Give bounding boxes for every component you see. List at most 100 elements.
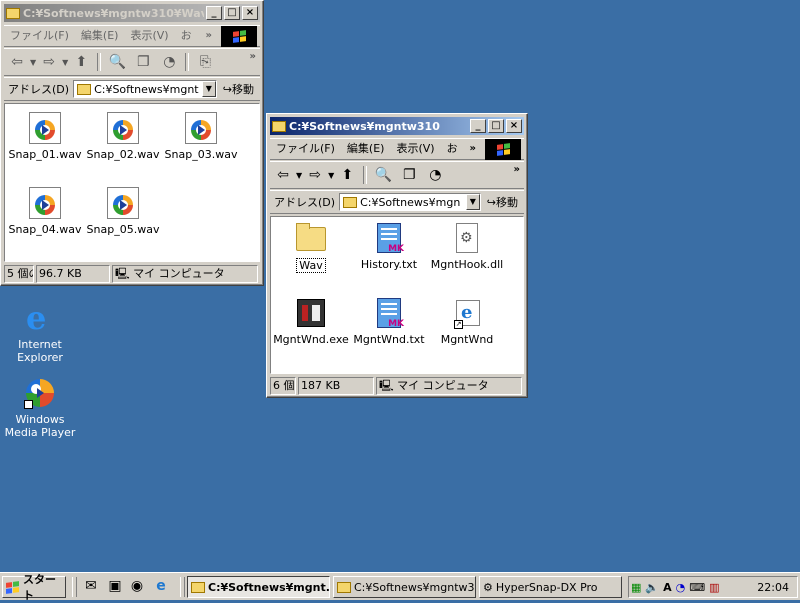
shortcut-arrow-icon: ↗ (24, 400, 33, 409)
file-item[interactable]: Snap_01.wav (5, 112, 85, 161)
folders-icon[interactable]: ❐ (132, 52, 154, 72)
file-item[interactable]: MK MgntWnd.txt (349, 297, 429, 346)
media-player-icon[interactable]: ◉ (128, 578, 146, 596)
start-label: スタート (23, 573, 56, 602)
maximize-button[interactable]: □ (488, 119, 504, 133)
move-to-icon[interactable]: ⎘ (194, 52, 216, 72)
menu-view[interactable]: 表示(V) (390, 140, 440, 158)
keyboard-icon[interactable]: ⌨ (689, 581, 705, 594)
file-item[interactable]: Snap_03.wav (161, 112, 241, 161)
clock[interactable]: 22:04 (757, 581, 789, 594)
file-name: Snap_05.wav (86, 223, 160, 236)
input-method-icon[interactable]: ◔ (676, 581, 686, 594)
task-scheduler-icon[interactable]: ▥ (709, 581, 719, 594)
close-button[interactable]: × (506, 119, 522, 133)
desktop-icon-windows-media-player[interactable]: ↗ Windows Media Player (0, 377, 80, 439)
search-icon[interactable]: 🔍 (106, 52, 128, 72)
title-bar[interactable]: C:¥Softnews¥mgntw310 _ □ × (270, 117, 524, 135)
folders-icon[interactable]: ❐ (398, 165, 420, 185)
toolbar-chevron-icon[interactable]: » (514, 164, 520, 175)
menu-edit[interactable]: 編集(E) (75, 27, 125, 45)
forward-arrow-icon[interactable]: ⇨ (38, 52, 60, 72)
history-icon[interactable]: ◔ (158, 52, 180, 72)
menu-favorites[interactable]: お (175, 27, 198, 45)
menu-favorites[interactable]: お (441, 140, 464, 158)
taskbar: スタート ✉ ▣ ◉ e C:¥Softnews¥mgnt... C:¥Soft… (0, 572, 800, 602)
desktop-icon-label: Internet Explorer (17, 338, 63, 364)
status-bar: 6 個 187 KB 🖳 マイ コンピュータ (270, 377, 524, 395)
file-item[interactable]: ↗ MgntWnd (427, 297, 507, 346)
desktop-icon-internet-explorer[interactable]: e Internet Explorer (0, 302, 80, 364)
file-item[interactable]: Wav (271, 222, 351, 273)
taskbar-button-hypersnap[interactable]: ⚙ HyperSnap-DX Pro (479, 576, 622, 598)
file-item[interactable]: Snap_04.wav (5, 187, 85, 236)
file-list[interactable]: Wav MK History.txt MgntHook.dll MgntWnd.… (270, 216, 524, 374)
volume-icon[interactable]: 🔈 (645, 581, 659, 594)
title-bar[interactable]: C:¥Softnews¥mgntw310¥Wav _ □ × (4, 4, 260, 22)
taskbar-button-mgntw310[interactable]: C:¥Softnews¥mgntw3... (333, 576, 476, 598)
menu-bar: ファイル(F) 編集(E) 表示(V) お » (270, 138, 524, 160)
text-file-icon: MK (373, 297, 405, 329)
taskbar-button-label: C:¥Softnews¥mgnt... (208, 580, 330, 594)
menu-view[interactable]: 表示(V) (124, 27, 174, 45)
file-item[interactable]: MgntWnd.exe (271, 297, 351, 346)
go-button[interactable]: ↪移動 (481, 194, 524, 210)
status-count: 6 個 (270, 377, 296, 395)
toolbar-separator (363, 166, 368, 184)
toolbar-grip[interactable] (180, 577, 185, 597)
file-name: MgntWnd (440, 333, 494, 346)
up-folder-icon[interactable]: ⬆ (70, 52, 92, 72)
folder-icon (77, 83, 92, 95)
history-icon[interactable]: ◔ (424, 165, 446, 185)
menu-edit[interactable]: 編集(E) (341, 140, 391, 158)
address-input[interactable]: C:¥Softnews¥mgn ▼ (339, 193, 481, 211)
address-bar: アドレス(D) C:¥Softnews¥mgnt ▼ ↪移動 (4, 77, 260, 101)
back-arrow-icon[interactable]: ⇦ (272, 165, 294, 185)
windows-logo-icon (6, 580, 19, 594)
menu-file[interactable]: ファイル(F) (270, 140, 341, 158)
search-icon[interactable]: 🔍 (372, 165, 394, 185)
wav-file-icon (185, 112, 217, 144)
file-item[interactable]: Snap_02.wav (83, 112, 163, 161)
maximize-button[interactable]: □ (224, 6, 240, 20)
go-arrow-icon: ↪ (486, 196, 496, 209)
wav-file-icon (29, 112, 61, 144)
file-name: Wav (296, 258, 326, 273)
text-file-icon: MK (373, 222, 405, 254)
file-list[interactable]: Snap_01.wav Snap_02.wav Snap_03.wav Snap… (4, 103, 260, 262)
address-dropdown-icon[interactable]: ▼ (465, 194, 480, 210)
up-folder-icon[interactable]: ⬆ (336, 165, 358, 185)
minimize-button[interactable]: _ (206, 6, 222, 20)
back-dropdown-icon[interactable]: ▼ (296, 171, 302, 180)
explorer-window-wav[interactable]: C:¥Softnews¥mgntw310¥Wav _ □ × ファイル(F) 編… (0, 0, 264, 286)
taskbar-button-wav[interactable]: C:¥Softnews¥mgnt... (187, 576, 330, 598)
menu-chevron-icon[interactable]: » (464, 140, 482, 158)
close-button[interactable]: × (242, 6, 258, 20)
outlook-express-icon[interactable]: ✉ (82, 578, 100, 596)
ime-icon[interactable]: A (663, 581, 672, 594)
address-dropdown-icon[interactable]: ▼ (201, 81, 216, 97)
wav-file-icon (29, 187, 61, 219)
back-dropdown-icon[interactable]: ▼ (30, 58, 36, 67)
file-item[interactable]: Snap_05.wav (83, 187, 163, 236)
minimize-button[interactable]: _ (470, 119, 486, 133)
menu-file[interactable]: ファイル(F) (4, 27, 75, 45)
back-arrow-icon[interactable]: ⇦ (6, 52, 28, 72)
toolbar-chevron-icon[interactable]: » (250, 51, 256, 62)
start-button[interactable]: スタート (2, 573, 66, 602)
file-item[interactable]: MK History.txt (349, 222, 429, 271)
menu-chevron-icon[interactable]: » (200, 27, 218, 45)
explorer-window-mgntw310[interactable]: C:¥Softnews¥mgntw310 _ □ × ファイル(F) 編集(E)… (266, 113, 528, 398)
show-desktop-icon[interactable]: ▣ (106, 578, 124, 596)
file-item[interactable]: MgntHook.dll (427, 222, 507, 271)
go-arrow-icon: ↪ (222, 83, 232, 96)
forward-dropdown-icon[interactable]: ▼ (62, 58, 68, 67)
toolbar-grip[interactable] (72, 577, 77, 597)
forward-arrow-icon[interactable]: ⇨ (304, 165, 326, 185)
network-icon[interactable]: ▦ (631, 581, 641, 594)
address-input[interactable]: C:¥Softnews¥mgnt ▼ (73, 80, 217, 98)
go-button[interactable]: ↪移動 (217, 81, 260, 97)
internet-explorer-icon[interactable]: e (152, 578, 170, 596)
forward-dropdown-icon[interactable]: ▼ (328, 171, 334, 180)
folder-icon (343, 196, 358, 208)
